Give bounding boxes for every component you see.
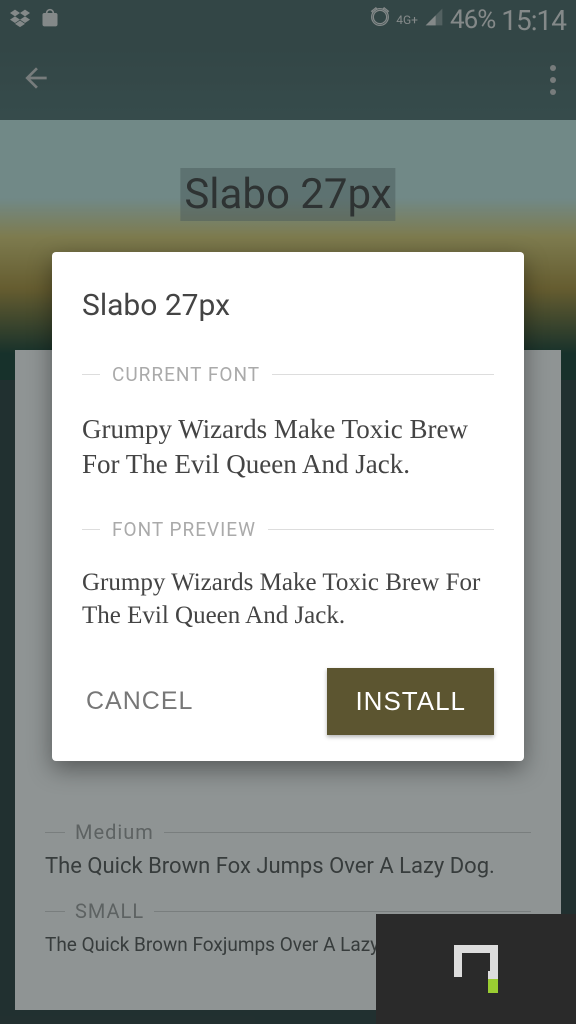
font-preview-section-label: FONT PREVIEW — [82, 518, 494, 541]
phonandroid-logo-icon — [454, 945, 498, 993]
cancel-button[interactable]: CANCEL — [82, 677, 197, 726]
current-font-sample: Grumpy Wizards Make Toxic Brew For The E… — [82, 412, 494, 482]
dialog-actions: CANCEL INSTALL — [82, 668, 494, 735]
watermark-badge — [376, 914, 576, 1024]
dialog-title: Slabo 27px — [82, 288, 494, 323]
install-font-dialog: Slabo 27px CURRENT FONT Grumpy Wizards M… — [52, 252, 524, 761]
font-preview-sample: Grumpy Wizards Make Toxic Brew For The E… — [82, 567, 494, 632]
current-font-section-label: CURRENT FONT — [82, 363, 494, 386]
install-button[interactable]: INSTALL — [327, 668, 494, 735]
